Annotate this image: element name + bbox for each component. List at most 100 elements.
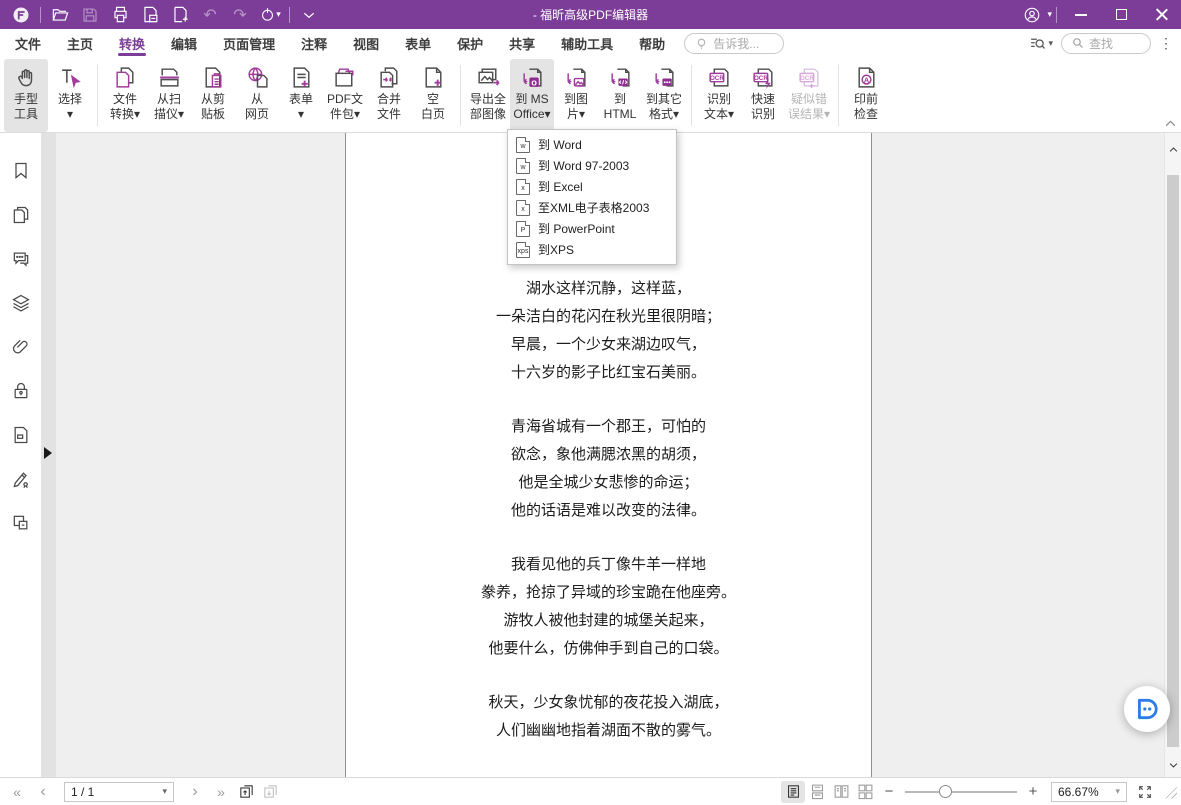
tool-from-web[interactable]: 从 网页 (235, 59, 279, 132)
stanza: 秋天，少女象忧郁的夜花投入湖底， 人们幽幽地指着湖面不散的雾气。 (346, 689, 871, 745)
continuous-view-icon[interactable] (805, 781, 829, 803)
tab-edit[interactable]: 编辑 (158, 29, 210, 57)
page-minus-icon[interactable] (135, 0, 165, 29)
open-folder-icon[interactable] (45, 0, 75, 29)
hand-icon (14, 62, 39, 92)
close-button[interactable] (1141, 0, 1181, 29)
find-search[interactable]: 查找 (1061, 33, 1151, 54)
tell-me-search[interactable]: 告诉我... (684, 33, 784, 54)
ai-assistant-button[interactable] (1124, 686, 1170, 732)
advanced-search-icon[interactable] (1029, 35, 1053, 52)
search-icon (1072, 37, 1084, 49)
page-plus-icon[interactable] (165, 0, 195, 29)
continuous-facing-view-icon[interactable] (853, 781, 877, 803)
resize-grip[interactable] (1163, 785, 1177, 799)
signature-icon[interactable] (11, 469, 31, 489)
tool-to-other-format[interactable]: 到其它 格式▾ (642, 59, 686, 132)
security-lock-icon[interactable] (11, 381, 31, 401)
first-page-icon[interactable] (4, 784, 30, 800)
tab-protect[interactable]: 保护 (444, 29, 496, 57)
tab-accessibility[interactable]: 辅助工具 (548, 29, 626, 57)
bookmark-icon[interactable] (11, 161, 31, 181)
menu-item-to-powerpoint[interactable]: P 到 PowerPoint (508, 218, 676, 239)
single-page-view-icon[interactable] (781, 781, 805, 803)
print-icon[interactable] (105, 0, 135, 29)
menu-item-to-word-97-2003[interactable]: w 到 Word 97-2003 (508, 155, 676, 176)
undo-icon[interactable] (195, 0, 225, 29)
fullscreen-icon[interactable] (1133, 781, 1157, 803)
account-icon[interactable] (1017, 0, 1047, 29)
more-options-icon[interactable] (1159, 35, 1173, 52)
linked-pages-icon[interactable] (11, 513, 31, 533)
caret-down-icon[interactable] (1047, 10, 1052, 19)
tool-pdf-portfolio[interactable]: PDF文 件包▾ (323, 59, 367, 132)
maximize-button[interactable] (1101, 0, 1141, 29)
navigation-sidebar (0, 133, 42, 777)
tool-to-ms-office[interactable]: o 到 MS Office▾ (510, 59, 554, 132)
tab-form[interactable]: 表单 (392, 29, 444, 57)
tool-from-scanner[interactable]: 从扫 描仪▾ (147, 59, 191, 132)
tab-file[interactable]: 文件 (2, 29, 54, 57)
collapse-toolbar-chevron-icon[interactable] (1164, 116, 1177, 131)
to-other-format-icon (652, 62, 677, 92)
tool-quick-ocr[interactable]: OCR 快速 识别 (741, 59, 785, 132)
hand-pointer-mode-icon[interactable] (255, 0, 285, 29)
destinations-icon[interactable] (11, 425, 31, 445)
customize-toolbar-chevron-icon[interactable] (294, 0, 324, 29)
previous-view-icon[interactable] (234, 781, 258, 803)
facing-view-icon[interactable] (829, 781, 853, 803)
tool-combine-files[interactable]: 合并 文件 (367, 59, 411, 132)
scrollbar-thumb[interactable] (1167, 175, 1179, 747)
zoom-in-icon[interactable] (1021, 781, 1045, 803)
menu-item-to-xml-spreadsheet-2003[interactable]: x 至XML电子表格2003 (508, 197, 676, 218)
tab-view[interactable]: 视图 (340, 29, 392, 57)
tab-share[interactable]: 共享 (496, 29, 548, 57)
zoom-level-selector[interactable]: 66.67% (1051, 782, 1127, 802)
tool-preflight[interactable]: A 印前 检查 (844, 59, 888, 132)
tool-to-image[interactable]: 到图 片▾ (554, 59, 598, 132)
excel-file-icon: x (516, 179, 530, 195)
zoom-out-icon[interactable] (877, 781, 901, 803)
attachments-icon[interactable] (11, 337, 31, 357)
tab-home[interactable]: 主页 (54, 29, 106, 57)
preflight-icon: A (854, 62, 879, 92)
tool-ocr-suspects[interactable]: OCR 疑似错 误结果▾ (785, 59, 833, 132)
menu-item-to-excel[interactable]: x 到 Excel (508, 176, 676, 197)
tool-select[interactable]: 选择 ▾ (48, 59, 92, 132)
page-number-selector[interactable]: 1 / 1 (64, 782, 174, 802)
zoom-slider[interactable] (905, 785, 1017, 799)
tab-comment[interactable]: 注释 (288, 29, 340, 57)
vertical-scrollbar[interactable] (1164, 133, 1181, 777)
tool-ocr-text[interactable]: OCR 识别 文本▾ (697, 59, 741, 132)
minimize-button[interactable] (1061, 0, 1101, 29)
menu-item-to-xps[interactable]: xps 到XPS (508, 239, 676, 260)
zoom-slider-knob[interactable] (939, 785, 952, 798)
scroll-down-icon[interactable] (1165, 757, 1181, 773)
tool-form[interactable]: 表单 ▾ (279, 59, 323, 132)
tool-convert-file[interactable]: 文件 转换▾ (103, 59, 147, 132)
scroll-up-icon[interactable] (1165, 141, 1181, 157)
expand-panel-arrow-icon[interactable] (44, 447, 52, 459)
pages-icon[interactable] (11, 205, 31, 225)
next-view-icon[interactable] (258, 781, 282, 803)
last-page-icon[interactable] (208, 784, 234, 800)
next-page-icon[interactable] (182, 783, 208, 801)
tool-to-html[interactable]: 到 HTML (598, 59, 642, 132)
tool-from-clipboard[interactable]: 从剪 贴板 (191, 59, 235, 132)
window-title: - 福昕高级PDF编辑器 (533, 6, 648, 23)
menu-item-to-word[interactable]: w 到 Word (508, 134, 676, 155)
save-icon[interactable] (75, 0, 105, 29)
tab-convert[interactable]: 转换 (106, 29, 158, 57)
stanza: 湖水这样沉静，这样蓝， 一朵洁白的花闪在秋光里很阴暗； 早晨，一个少女来湖边叹气… (346, 275, 871, 387)
comments-icon[interactable] (11, 249, 31, 269)
tool-blank-page[interactable]: 空 白页 (411, 59, 455, 132)
layers-icon[interactable] (11, 293, 31, 313)
tab-organize[interactable]: 页面管理 (210, 29, 288, 57)
tool-export-all-images[interactable]: 导出全 部图像 (466, 59, 510, 132)
previous-page-icon[interactable] (30, 783, 56, 801)
tab-help[interactable]: 帮助 (626, 29, 678, 57)
stanza: 我看见他的兵丁像牛羊一样地 豢养，抢掠了异域的珍宝跪在他座旁。 游牧人被他封建的… (346, 551, 871, 663)
panel-splitter[interactable] (42, 133, 56, 777)
tool-hand[interactable]: 手型 工具 (4, 59, 48, 132)
redo-icon[interactable] (225, 0, 255, 29)
